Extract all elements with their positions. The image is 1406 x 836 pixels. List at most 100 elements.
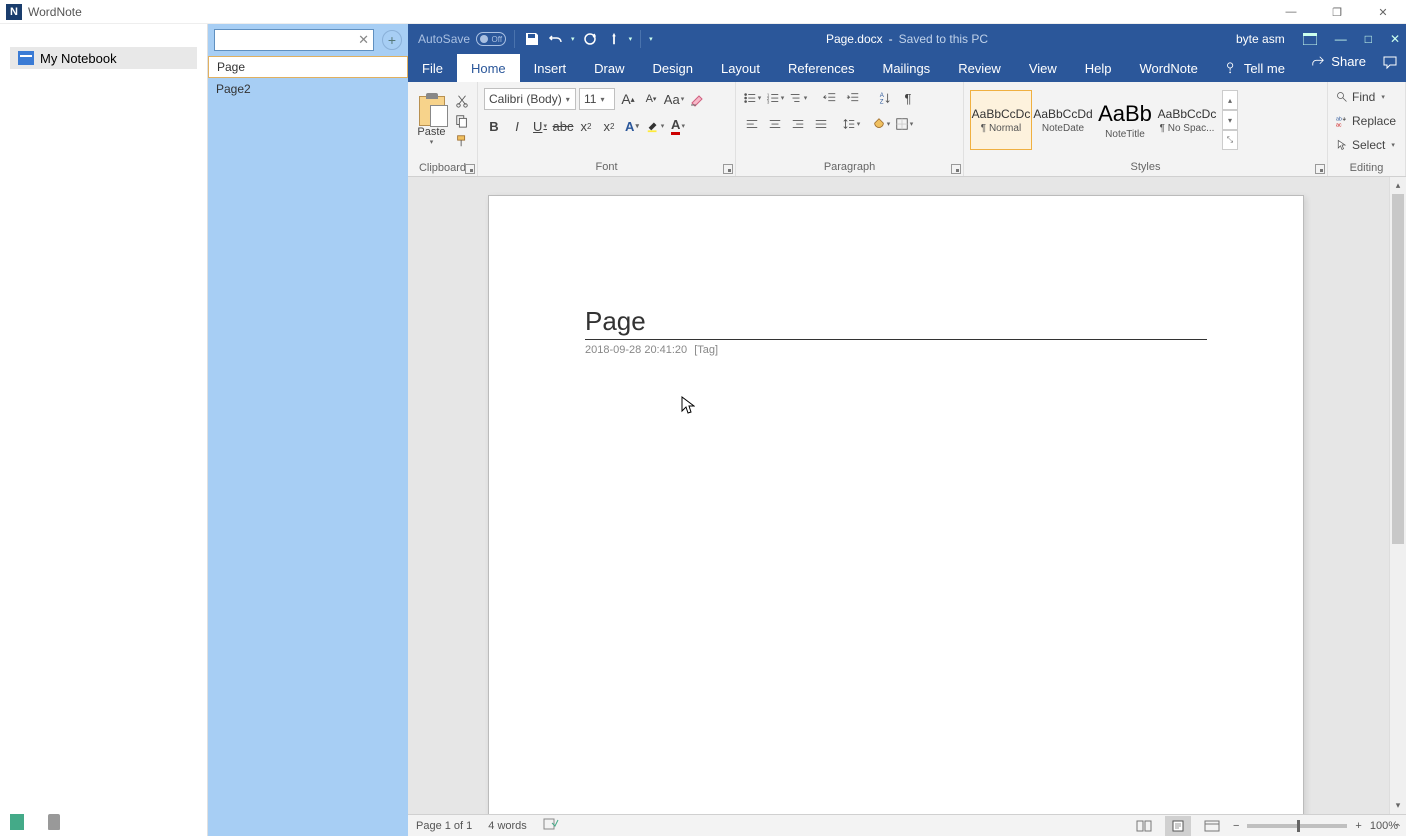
scroll-up-icon[interactable]: ▴ xyxy=(1390,177,1406,194)
style-item[interactable]: AaBbCcDc¶ No Spac... xyxy=(1156,90,1218,150)
zoom-in-button[interactable]: + xyxy=(1355,820,1361,832)
style-item[interactable]: AaBbCcDdNoteDate xyxy=(1032,90,1094,150)
page-list-item[interactable]: Page xyxy=(208,56,408,78)
superscript-icon[interactable]: x2 xyxy=(599,116,619,136)
status-page[interactable]: Page 1 of 1 xyxy=(416,820,472,832)
replace-button[interactable]: abacReplace xyxy=(1332,110,1400,132)
word-close-button[interactable]: ✕ xyxy=(1390,32,1400,46)
tab-layout[interactable]: Layout xyxy=(707,54,774,82)
page-sheet[interactable]: Page 2018-09-28 20:41:20 [Tag] xyxy=(488,195,1304,814)
status-words[interactable]: 4 words xyxy=(488,820,527,832)
tab-design[interactable]: Design xyxy=(639,54,707,82)
align-left-icon[interactable] xyxy=(742,114,762,134)
align-center-icon[interactable] xyxy=(765,114,785,134)
tab-wordnote[interactable]: WordNote xyxy=(1126,54,1212,82)
add-page-button[interactable]: + xyxy=(382,30,402,50)
word-maximize-button[interactable]: □ xyxy=(1365,32,1372,46)
format-painter-icon[interactable] xyxy=(453,133,471,149)
zoom-out-button[interactable]: − xyxy=(1233,820,1239,832)
bold-icon[interactable]: B xyxy=(484,116,504,136)
read-mode-icon[interactable] xyxy=(1131,816,1157,836)
font-name-combo[interactable]: Calibri (Body)▾ xyxy=(484,88,576,110)
increase-indent-icon[interactable] xyxy=(843,88,863,108)
grow-font-icon[interactable]: A▴ xyxy=(618,89,638,109)
scroll-down-icon[interactable]: ▾ xyxy=(1390,797,1406,814)
scroll-thumb[interactable] xyxy=(1392,194,1404,544)
print-layout-icon[interactable] xyxy=(1165,816,1191,836)
clear-formatting-icon[interactable] xyxy=(687,89,707,109)
styles-expand[interactable]: ⤡ xyxy=(1222,130,1238,150)
tab-mailings[interactable]: Mailings xyxy=(869,54,945,82)
share-button[interactable]: Share xyxy=(1311,54,1366,69)
notebook-small-icon[interactable] xyxy=(10,814,24,830)
tab-file[interactable]: File xyxy=(408,54,457,82)
subscript-icon[interactable]: x2 xyxy=(576,116,596,136)
document-canvas[interactable]: Page 2018-09-28 20:41:20 [Tag] ▴ ▾ xyxy=(408,177,1406,814)
tab-view[interactable]: View xyxy=(1015,54,1071,82)
highlight-icon[interactable] xyxy=(645,116,665,136)
numbering-icon[interactable]: 123 xyxy=(765,88,785,108)
style-item[interactable]: AaBbNoteTitle xyxy=(1094,90,1156,150)
paragraph-dialog-launcher[interactable] xyxy=(951,164,961,174)
find-button[interactable]: Find▾ xyxy=(1332,86,1400,108)
ribbon-display-icon[interactable] xyxy=(1303,33,1317,45)
text-effects-icon[interactable]: A xyxy=(622,116,642,136)
search-input[interactable]: ✕ xyxy=(214,29,374,51)
shading-icon[interactable] xyxy=(871,114,891,134)
comments-icon[interactable] xyxy=(1382,54,1398,70)
clipboard-dialog-launcher[interactable] xyxy=(465,164,475,174)
tab-draw[interactable]: Draw xyxy=(580,54,638,82)
vertical-scrollbar[interactable]: ▴ ▾ xyxy=(1389,177,1406,814)
tell-me-button[interactable]: Tell me xyxy=(1212,54,1297,82)
font-size-combo[interactable]: 11▾ xyxy=(579,88,615,110)
status-spellcheck-icon[interactable] xyxy=(543,817,559,834)
underline-icon[interactable]: U xyxy=(530,116,550,136)
zoom-slider[interactable] xyxy=(1247,824,1347,828)
notebook-item[interactable]: My Notebook xyxy=(10,47,197,69)
tab-review[interactable]: Review xyxy=(944,54,1015,82)
redo-icon[interactable] xyxy=(581,30,599,48)
decrease-indent-icon[interactable] xyxy=(820,88,840,108)
line-spacing-icon[interactable] xyxy=(841,114,861,134)
multilevel-list-icon[interactable] xyxy=(788,88,808,108)
word-minimize-button[interactable]: — xyxy=(1335,32,1347,46)
page-tag[interactable]: [Tag] xyxy=(694,344,718,356)
style-item[interactable]: AaBbCcDc¶ Normal xyxy=(970,90,1032,150)
styles-scroll-up[interactable]: ▴ xyxy=(1222,90,1238,110)
web-layout-icon[interactable] xyxy=(1199,816,1225,836)
font-dialog-launcher[interactable] xyxy=(723,164,733,174)
touch-mode-icon[interactable] xyxy=(605,30,623,48)
select-button[interactable]: Select▾ xyxy=(1332,134,1400,156)
italic-icon[interactable]: I xyxy=(507,116,527,136)
undo-icon[interactable] xyxy=(547,30,565,48)
outer-close-button[interactable]: ✕ xyxy=(1360,0,1406,24)
outer-maximize-button[interactable]: ❐ xyxy=(1314,0,1360,24)
tab-insert[interactable]: Insert xyxy=(520,54,581,82)
strikethrough-icon[interactable]: abc xyxy=(553,116,573,136)
change-case-icon[interactable]: Aa xyxy=(664,89,684,109)
styles-scroll-down[interactable]: ▾ xyxy=(1222,110,1238,130)
collapse-ribbon-icon[interactable]: ⌃ xyxy=(1394,823,1402,834)
paste-button[interactable]: Paste ▾ xyxy=(414,86,449,156)
copy-icon[interactable] xyxy=(453,113,471,129)
styles-dialog-launcher[interactable] xyxy=(1315,164,1325,174)
justify-icon[interactable] xyxy=(811,114,831,134)
save-icon[interactable] xyxy=(523,30,541,48)
cut-icon[interactable] xyxy=(453,93,471,109)
autosave-toggle[interactable]: AutoSave Off xyxy=(418,32,506,46)
tab-help[interactable]: Help xyxy=(1071,54,1126,82)
page-title-text[interactable]: Page xyxy=(585,306,1207,340)
trash-icon[interactable] xyxy=(48,814,60,830)
outer-minimize-button[interactable]: — xyxy=(1268,0,1314,24)
borders-icon[interactable] xyxy=(894,114,914,134)
tab-home[interactable]: Home xyxy=(457,54,520,82)
tab-references[interactable]: References xyxy=(774,54,868,82)
qat-customize-icon[interactable]: ▾ xyxy=(649,35,653,43)
show-marks-icon[interactable]: ¶ xyxy=(898,88,918,108)
bullets-icon[interactable] xyxy=(742,88,762,108)
page-list-item[interactable]: Page2 xyxy=(208,78,408,100)
align-right-icon[interactable] xyxy=(788,114,808,134)
shrink-font-icon[interactable]: A▾ xyxy=(641,89,661,109)
sort-icon[interactable]: AZ xyxy=(875,88,895,108)
search-clear-icon[interactable]: ✕ xyxy=(358,32,369,48)
